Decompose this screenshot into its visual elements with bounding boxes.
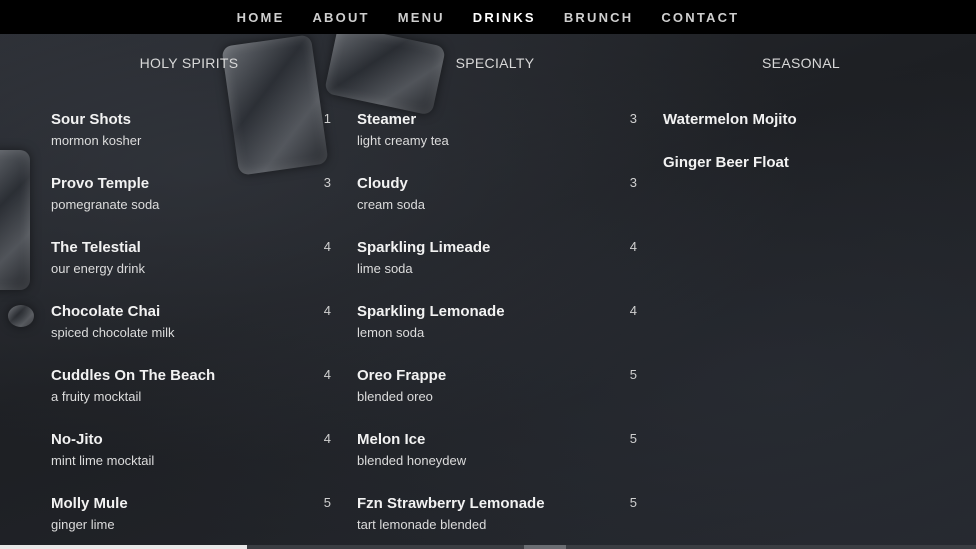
menu-item-name: Sparkling Lemonade bbox=[357, 303, 505, 320]
menu-item-name: Provo Temple bbox=[51, 175, 150, 192]
nav-about[interactable]: ABOUT bbox=[298, 10, 383, 25]
ice-drop-image bbox=[8, 305, 34, 327]
menu-item-price: 4 bbox=[323, 367, 331, 382]
menu-item: Cloudy cream soda 3 bbox=[357, 175, 637, 213]
menu-item-name: Oreo Frappe bbox=[357, 367, 447, 384]
menu-item: No-Jito mint lime mocktail 4 bbox=[51, 431, 331, 469]
menu-item-price: 3 bbox=[629, 111, 637, 126]
menu-item-name: Cuddles On The Beach bbox=[51, 367, 216, 384]
menu-item-price: 5 bbox=[629, 495, 637, 510]
scrollbar-thumb[interactable] bbox=[0, 545, 247, 549]
menu-item-description: lime soda bbox=[357, 261, 413, 276]
menu-item: Provo Temple pomegranate soda 3 bbox=[51, 175, 331, 213]
menu-item-name: Fzn Strawberry Lemonade bbox=[357, 495, 545, 512]
ice-cube-image bbox=[0, 150, 30, 290]
menu-item-description: our energy drink bbox=[51, 261, 145, 276]
menu-item-description: ginger lime bbox=[51, 517, 115, 532]
menu-item-name: Ginger Beer Float bbox=[663, 154, 789, 171]
menu-item-description: lemon soda bbox=[357, 325, 425, 340]
horizontal-scrollbar[interactable] bbox=[0, 545, 976, 549]
menu-item: Sparkling Limeade lime soda 4 bbox=[357, 239, 637, 277]
menu-item-price: 3 bbox=[323, 175, 331, 190]
menu-item: Molly Mule ginger lime 5 bbox=[51, 495, 331, 533]
menu-item-description: spiced chocolate milk bbox=[51, 325, 175, 340]
menu-item-description: light creamy tea bbox=[357, 133, 449, 148]
menu-item-name: Molly Mule bbox=[51, 495, 128, 512]
menu-item-price: 4 bbox=[323, 239, 331, 254]
nav-contact[interactable]: CONTACT bbox=[647, 10, 753, 25]
menu-item-price: 5 bbox=[323, 495, 331, 510]
menu-item-description: blended honeydew bbox=[357, 453, 467, 468]
menu-item: Oreo Frappe blended oreo 5 bbox=[357, 367, 637, 405]
nav-home[interactable]: HOME bbox=[223, 10, 299, 25]
menu-item-price: 4 bbox=[629, 239, 637, 254]
menu-item-description: mint lime mocktail bbox=[51, 453, 155, 468]
main-nav: HOME ABOUT MENU DRINKS BRUNCH CONTACT bbox=[0, 0, 976, 34]
menu-item: Steamer light creamy tea 3 bbox=[357, 111, 637, 149]
menu-item: Ginger Beer Float bbox=[663, 154, 943, 172]
menu-item-name: The Telestial bbox=[51, 239, 141, 256]
menu-item-price: 4 bbox=[323, 303, 331, 318]
menu-item-name: Chocolate Chai bbox=[51, 303, 161, 320]
menu-item: Fzn Strawberry Lemonade tart lemonade ble… bbox=[357, 495, 637, 533]
menu-item-name: Sparkling Limeade bbox=[357, 239, 491, 256]
menu-item-name: Steamer bbox=[357, 111, 417, 128]
menu-item-name: Melon Ice bbox=[357, 431, 426, 448]
menu-item-price: 3 bbox=[629, 175, 637, 190]
menu-item: Melon Ice blended honeydew 5 bbox=[357, 431, 637, 469]
menu-item-price: 5 bbox=[629, 431, 637, 446]
menu-item-name: No-Jito bbox=[51, 431, 103, 448]
nav-menu[interactable]: MENU bbox=[384, 10, 459, 25]
column-title-seasonal: SEASONAL bbox=[762, 55, 840, 71]
menu-item-description: a fruity mocktail bbox=[51, 389, 142, 404]
menu-item-price: 4 bbox=[323, 431, 331, 446]
menu-item-description: tart lemonade blended bbox=[357, 517, 487, 532]
menu-item-name: Watermelon Mojito bbox=[663, 111, 797, 128]
column-title-holy-spirits: HOLY SPIRITS bbox=[139, 55, 239, 71]
scrollbar-marker bbox=[524, 545, 566, 549]
menu-item: The Telestial our energy drink 4 bbox=[51, 239, 331, 277]
menu-item-name: Sour Shots bbox=[51, 111, 132, 128]
menu-item-description: cream soda bbox=[357, 197, 425, 212]
menu-item-price: 5 bbox=[629, 367, 637, 382]
nav-drinks[interactable]: DRINKS bbox=[459, 10, 550, 25]
column-title-specialty: SPECIALTY bbox=[455, 55, 535, 71]
menu-item-price: 4 bbox=[629, 303, 637, 318]
menu-item: Sour Shots mormon kosher 1 bbox=[51, 111, 331, 149]
menu-item-price: 1 bbox=[323, 111, 331, 126]
menu-item-description: mormon kosher bbox=[51, 133, 142, 148]
nav-brunch[interactable]: BRUNCH bbox=[550, 10, 648, 25]
menu-item: Sparkling Lemonade lemon soda 4 bbox=[357, 303, 637, 341]
menu-item-description: blended oreo bbox=[357, 389, 433, 404]
menu-item: Watermelon Mojito bbox=[663, 111, 943, 129]
menu-item: Chocolate Chai spiced chocolate milk 4 bbox=[51, 303, 331, 341]
menu-item-description: pomegranate soda bbox=[51, 197, 160, 212]
menu-item-name: Cloudy bbox=[357, 175, 408, 192]
menu-item: Cuddles On The Beach a fruity mocktail 4 bbox=[51, 367, 331, 405]
